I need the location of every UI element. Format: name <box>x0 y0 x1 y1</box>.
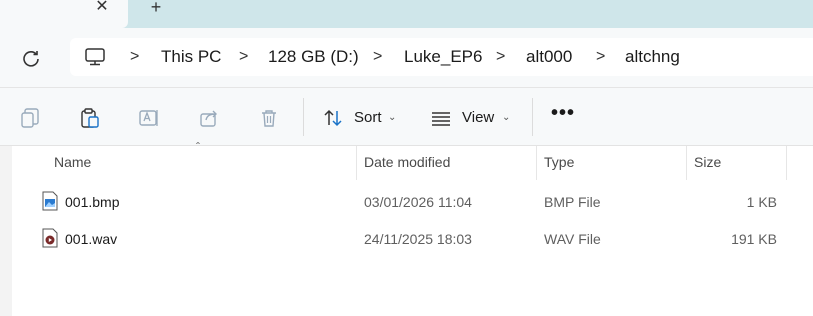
toolbar-divider <box>532 98 533 136</box>
breadcrumb-this-pc[interactable]: This PC <box>161 47 221 67</box>
view-icon[interactable] <box>430 107 452 129</box>
breadcrumb-drive[interactable]: 128 GB (D:) <box>268 47 359 67</box>
column-header-type[interactable]: Type <box>544 152 574 172</box>
bmp-file-icon <box>42 191 58 211</box>
share-icon[interactable] <box>198 107 220 129</box>
more-options-button[interactable]: ••• <box>551 102 575 125</box>
wav-file-icon <box>42 228 58 248</box>
column-divider[interactable] <box>686 146 687 180</box>
table-row[interactable]: 001.wav 24/11/2025 18:03 WAV File 191 KB <box>12 223 813 255</box>
sort-ascending-icon: ˆ <box>196 140 200 154</box>
table-row[interactable]: 001.bmp 03/01/2026 11:04 BMP File 1 KB <box>12 186 813 218</box>
column-divider[interactable] <box>356 146 357 180</box>
file-name: 001.bmp <box>65 194 120 210</box>
tab-strip: ✕ + <box>0 0 813 28</box>
file-size: 1 KB <box>746 194 777 210</box>
file-type: BMP File <box>544 194 601 210</box>
copy-icon[interactable] <box>19 107 41 129</box>
chevron-down-icon: ⌄ <box>388 112 397 123</box>
column-header-name[interactable]: Name <box>54 152 91 172</box>
column-header-date[interactable]: Date modified <box>364 152 450 172</box>
breadcrumb-separator[interactable]: > <box>596 47 605 67</box>
breadcrumb-altchng[interactable]: altchng <box>625 47 680 67</box>
close-tab-icon[interactable]: ✕ <box>92 0 112 17</box>
new-tab-button[interactable]: + <box>146 0 166 17</box>
pc-icon <box>85 48 105 66</box>
breadcrumb-luke-ep6[interactable]: Luke_EP6 <box>404 47 482 67</box>
toolbar-divider <box>303 98 304 136</box>
file-date: 03/01/2026 11:04 <box>364 194 472 210</box>
delete-icon[interactable] <box>258 107 280 129</box>
breadcrumb-separator[interactable]: > <box>239 47 248 67</box>
chevron-down-icon: ⌄ <box>502 112 511 123</box>
breadcrumb-separator[interactable]: > <box>373 47 382 67</box>
active-tab[interactable]: ✕ <box>0 0 128 28</box>
file-size: 191 KB <box>731 231 777 247</box>
breadcrumb-separator[interactable]: > <box>496 47 505 67</box>
breadcrumb-separator[interactable]: > <box>130 47 139 67</box>
sort-icon[interactable] <box>322 107 344 129</box>
address-bar[interactable]: > This PC > 128 GB (D:) > Luke_EP6 > alt… <box>70 38 813 76</box>
refresh-icon[interactable] <box>20 48 42 70</box>
file-name: 001.wav <box>65 231 118 247</box>
breadcrumb-alt000[interactable]: alt000 <box>526 47 572 67</box>
file-date: 24/11/2025 18:03 <box>364 231 472 247</box>
rename-icon[interactable] <box>138 107 160 129</box>
file-list: ˆ Name Date modified Type Size 001.bmp 0… <box>12 140 813 316</box>
column-divider[interactable] <box>536 146 537 180</box>
command-bar: Sort ⌄ View ⌄ ••• <box>0 88 813 146</box>
paste-icon[interactable] <box>79 107 101 129</box>
sort-button[interactable]: Sort <box>354 108 382 128</box>
view-button[interactable]: View <box>462 108 494 128</box>
file-type: WAV File <box>544 231 601 247</box>
column-header-size[interactable]: Size <box>694 152 721 172</box>
column-divider[interactable] <box>786 146 787 180</box>
address-row: > This PC > 128 GB (D:) > Luke_EP6 > alt… <box>0 28 813 88</box>
